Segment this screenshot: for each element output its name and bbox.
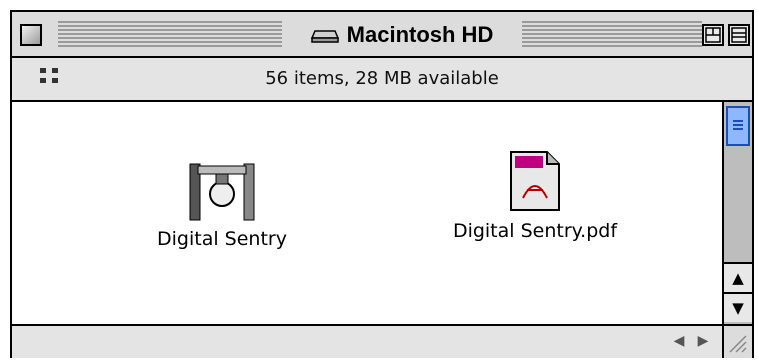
info-bar: 56 items, 28 MB available (12, 56, 752, 102)
vertical-scrollbar[interactable]: ▲ ▼ (722, 102, 752, 324)
file-name: Digital Sentry (157, 228, 287, 250)
title-group: Macintosh HD (282, 21, 522, 49)
item-count-label: 56 items, 28 MB available (265, 68, 499, 89)
windowshade-icon (731, 27, 747, 43)
scroll-thumb[interactable] (726, 106, 750, 146)
close-box[interactable] (20, 24, 42, 46)
size-box[interactable] (722, 324, 752, 358)
window-title: Macintosh HD (346, 22, 494, 47)
collapse-box[interactable] (728, 24, 750, 46)
zoom-icon (705, 27, 721, 43)
title-stripes-right (522, 21, 702, 47)
resize-grip-icon (729, 335, 747, 353)
icon-view-area[interactable]: Digital Sentry Digital Sentry.pdf (12, 102, 722, 324)
title-bar[interactable]: Macintosh HD (12, 12, 752, 56)
file-item[interactable]: Digital Sentry (142, 154, 302, 250)
file-item[interactable]: Digital Sentry.pdf (410, 146, 660, 242)
pdf-document-icon (510, 151, 560, 211)
scroll-down-button[interactable]: ▼ (724, 292, 752, 322)
scroll-right-button[interactable]: ▶ (692, 330, 714, 352)
hard-disk-icon (310, 30, 339, 43)
scroll-left-button[interactable]: ◀ (668, 330, 690, 352)
horizontal-scrollbar[interactable]: ◀ ▶ (12, 324, 722, 358)
title-stripes-left (58, 21, 282, 47)
finder-window: Macintosh HD 56 items, 28 MB available D… (10, 10, 754, 358)
zoom-box[interactable] (702, 24, 724, 46)
scroll-up-button[interactable]: ▲ (724, 262, 752, 292)
left-arrow-icon: ◀ (673, 333, 685, 349)
right-arrow-icon: ▶ (697, 333, 709, 349)
file-name: Digital Sentry.pdf (452, 220, 618, 242)
application-icon (189, 163, 255, 221)
up-arrow-icon: ▲ (732, 269, 744, 287)
down-arrow-icon: ▼ (732, 299, 744, 317)
